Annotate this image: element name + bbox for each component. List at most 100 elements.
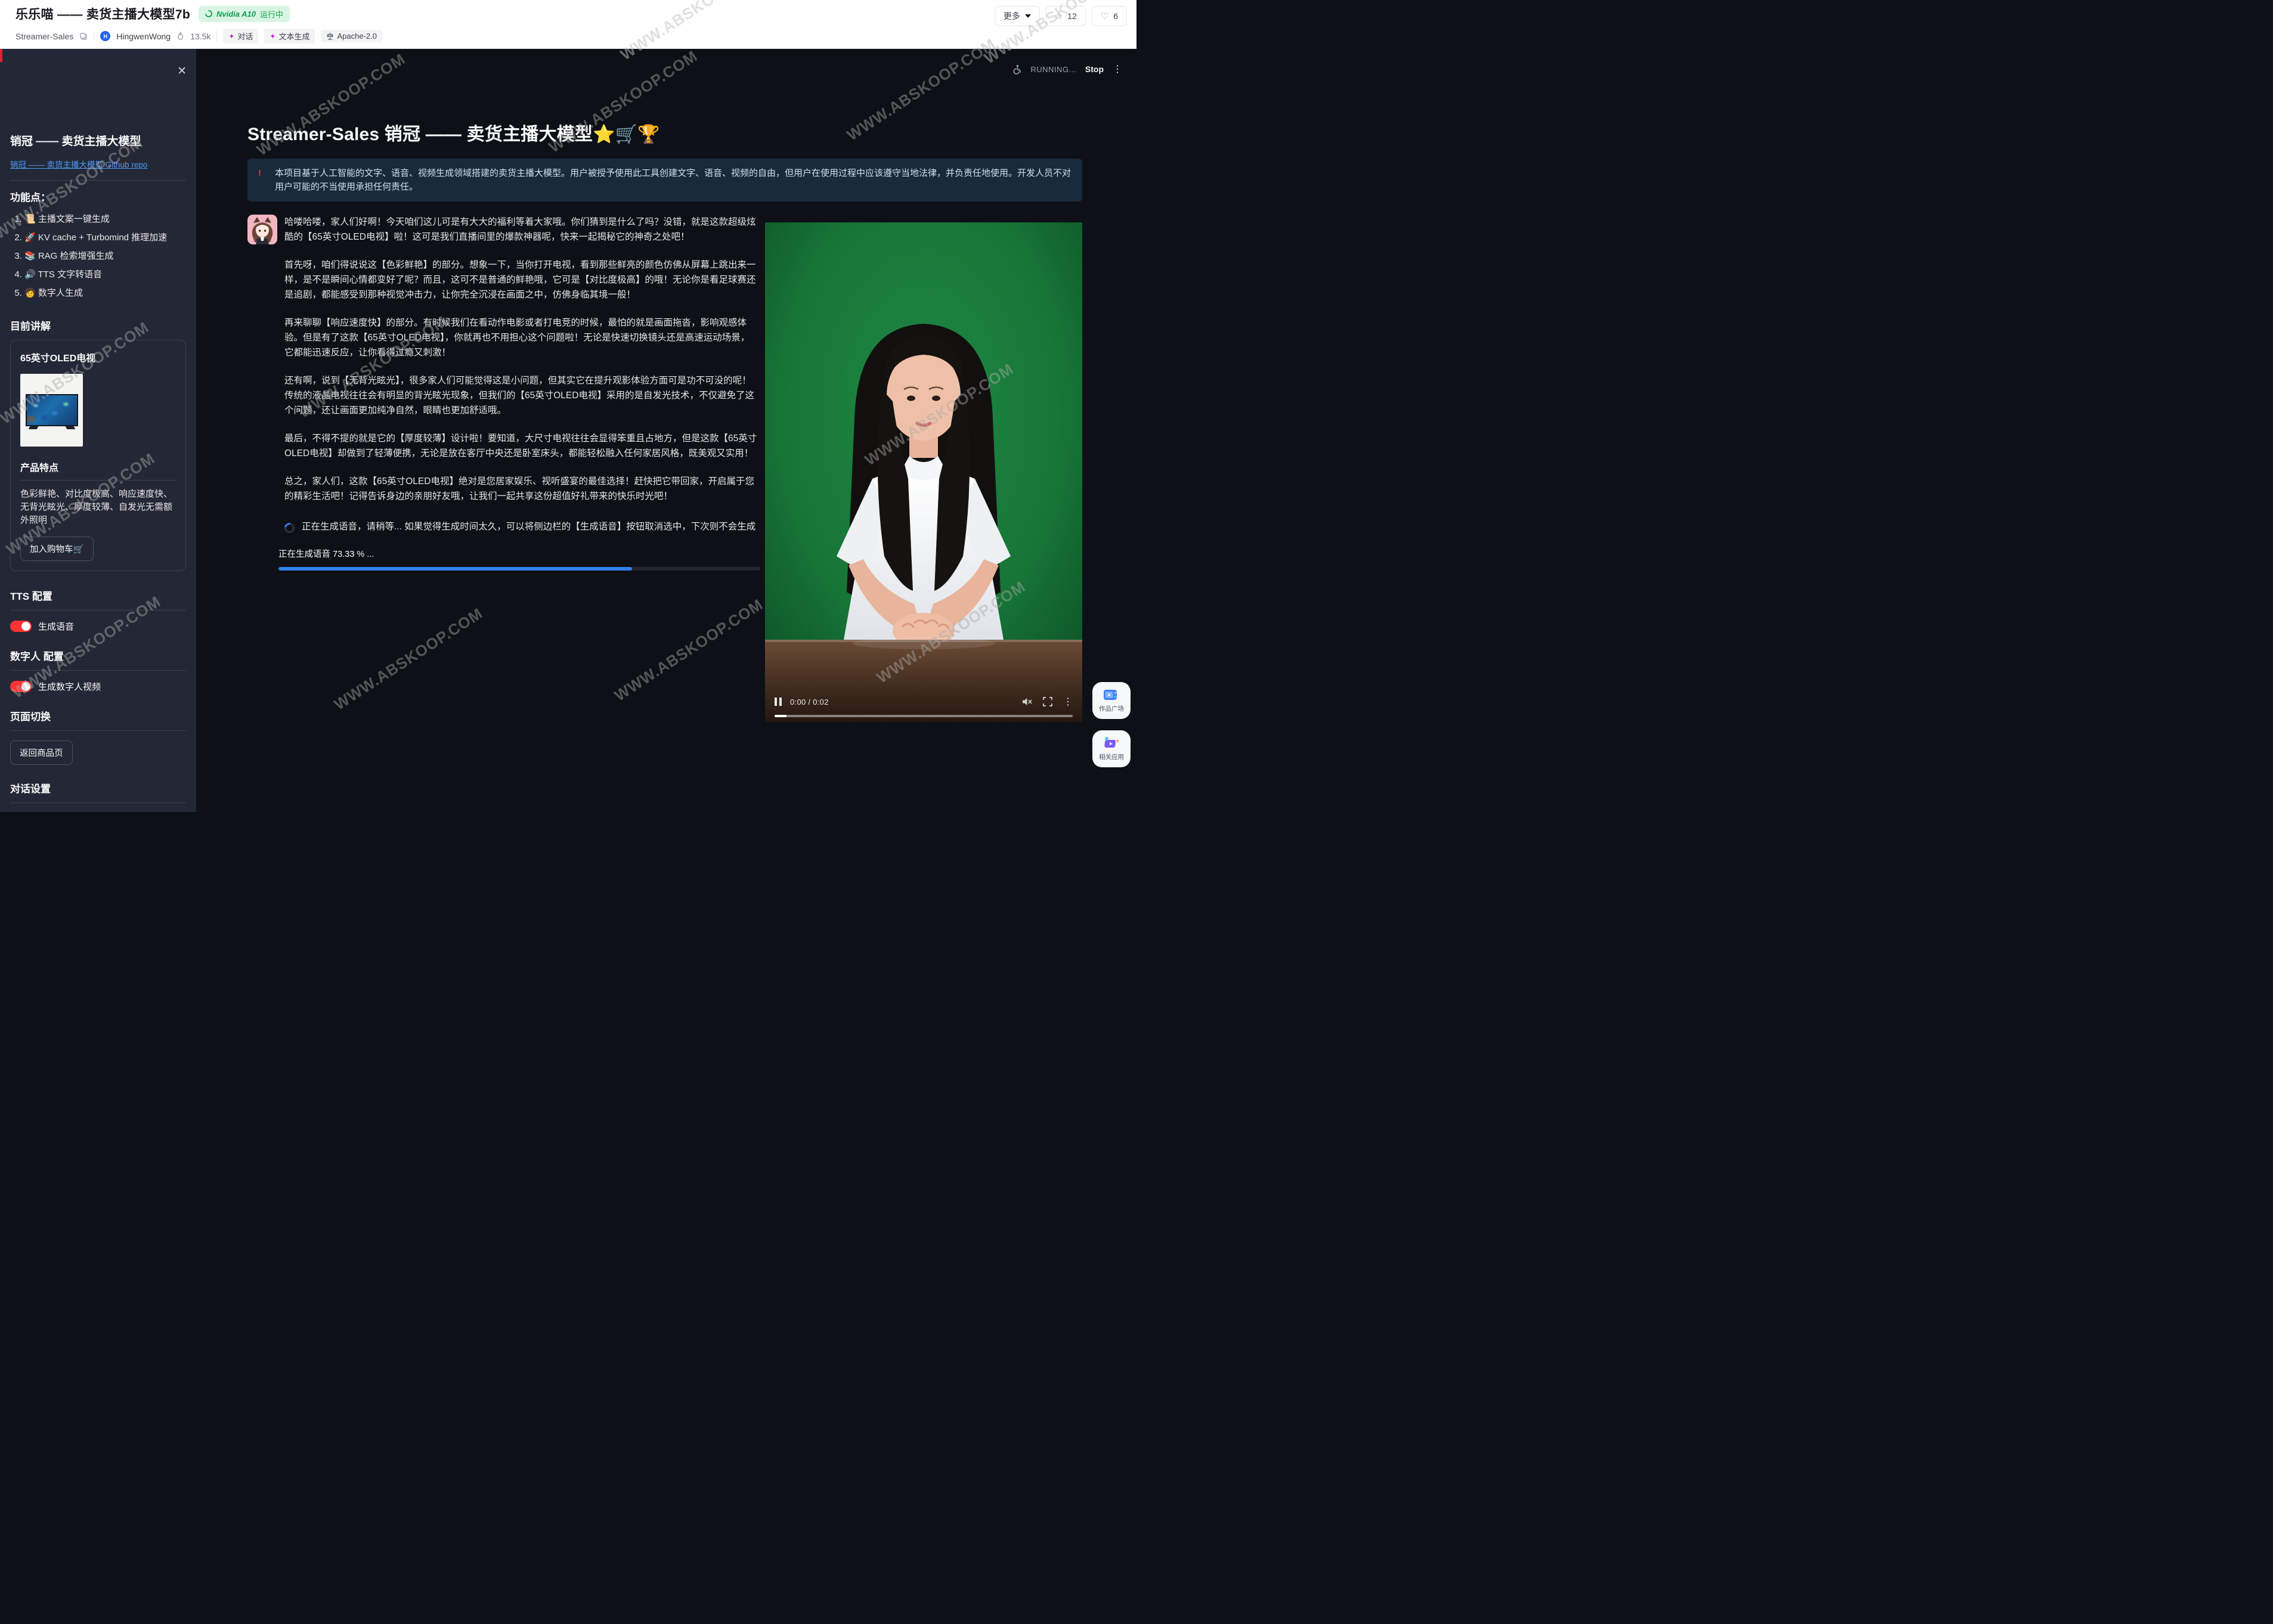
tag-dialog[interactable]: ✦ 对话: [223, 29, 258, 44]
product-features-text: 色彩鲜艳、对比度极高、响应速度快、无背光眩光、厚度较薄、自发光无需额外照明: [20, 488, 176, 527]
video-time: 0:00 / 0:02: [790, 698, 829, 706]
feature-item: 🚀 KV cache + Turbomind 推理加速: [24, 228, 186, 247]
video-controls: 0:00 / 0:02 ⋮: [765, 696, 1082, 708]
more-label: 更多: [1004, 10, 1020, 22]
tts-heading: TTS 配置: [10, 588, 186, 603]
sparkle-icon: ✦: [270, 32, 275, 41]
add-to-cart-button[interactable]: 加入购物车🛒: [20, 537, 94, 561]
pause-icon[interactable]: [775, 698, 782, 706]
sidebar-close-icon[interactable]: ✕: [177, 66, 187, 77]
page-switch-heading: 页面切换: [10, 708, 186, 723]
disclaimer-box: ! 本项目基于人工智能的文字、语音、视频生成领域搭建的卖货主播大模型。用户被授予…: [247, 159, 1082, 202]
tts-progress-fill: [278, 567, 632, 571]
gpu-name: Nvidia A10: [216, 10, 256, 18]
heart-button[interactable]: ♡ 6: [1092, 6, 1127, 26]
product-features-heading: 产品特点: [20, 460, 176, 474]
flame-icon: [176, 32, 184, 41]
tag-label: Apache-2.0: [337, 32, 377, 41]
gallery-float-button[interactable]: 作品广场: [1092, 682, 1131, 719]
divider: [10, 802, 186, 803]
generate-speech-label: 生成语音: [38, 620, 74, 633]
tag-label: 对话: [237, 30, 253, 42]
running-spinner-icon: [204, 9, 214, 19]
author-name[interactable]: HingwenWong: [116, 32, 171, 41]
generating-status-row: 正在生成语音，请稍等... 如果觉得生成时间太久，可以将侧边栏的【生成语音】按钮…: [284, 519, 758, 534]
generate-speech-row: 生成语音: [10, 620, 186, 633]
video-menu-icon[interactable]: ⋮: [1063, 696, 1073, 708]
likes-count: 13.5k: [190, 32, 210, 41]
star-button[interactable]: ☆ 12: [1046, 6, 1086, 26]
more-button[interactable]: 更多: [995, 6, 1040, 26]
github-repo-link[interactable]: 销冠 —— 卖货主播大模型 Github repo: [10, 158, 147, 170]
feature-item: 📜 主播文案一键生成: [24, 210, 186, 228]
divider: [10, 180, 186, 181]
page-title: Streamer-Sales 销冠 —— 卖货主播大模型⭐🛒🏆: [247, 119, 1082, 145]
digital-human-video[interactable]: 0:00 / 0:02 ⋮: [765, 222, 1082, 722]
gallery-icon: [1103, 688, 1120, 702]
tv-image: [26, 394, 78, 426]
generate-video-toggle[interactable]: [10, 681, 32, 692]
sparkle-icon: ✦: [228, 32, 234, 41]
app-page: 乐乐喵 —— 卖货主播大模型7b Nvidia A10 运行中 Streamer…: [0, 0, 1136, 812]
star-icon: ☆: [1055, 11, 1063, 21]
gpu-status-badge[interactable]: Nvidia A10 运行中: [199, 6, 290, 22]
tts-progress-bar: [278, 567, 760, 571]
related-apps-label: 相关应用: [1099, 752, 1124, 761]
author-avatar[interactable]: H: [100, 31, 110, 41]
stop-button[interactable]: Stop: [1085, 64, 1104, 74]
sidebar-content: 销冠 —— 卖货主播大模型 销冠 —— 卖货主播大模型 Github repo …: [0, 49, 196, 812]
features-heading: 功能点：: [10, 189, 186, 204]
tag-license[interactable]: Apache-2.0: [321, 30, 382, 42]
gpu-running-label: 运行中: [260, 8, 283, 20]
main-area: RUNNING... Stop ⋮ Streamer-Sales 销冠 —— 卖…: [196, 49, 1136, 812]
divider: [10, 730, 186, 731]
space-title: 乐乐喵 —— 卖货主播大模型7b: [16, 5, 190, 23]
mute-icon[interactable]: [1021, 697, 1032, 706]
message-paragraph: 首先呀，咱们得说说这【色彩鲜艳】的部分。想象一下，当你打开电视，看到那些鲜亮的颜…: [284, 258, 758, 302]
related-apps-icon: [1103, 736, 1120, 751]
assistant-message-text: 哈喽哈喽，家人们好啊！今天咱们这儿可是有大大的福利等着大家哦。你们猜到是什么了吗…: [284, 215, 758, 517]
divider: [10, 670, 186, 671]
message-paragraph: 再来聊聊【响应速度快】的部分。有时候我们在看动作电影或者打电竞的时候，最怕的就是…: [284, 315, 758, 360]
fullscreen-icon[interactable]: [1043, 697, 1052, 706]
dialog-settings-heading: 对话设置: [10, 780, 186, 795]
accessibility-icon[interactable]: [1011, 64, 1021, 75]
feature-item: 📚 RAG 检索增强生成: [24, 247, 186, 265]
message-paragraph: 总之，家人们，这款【65英寸OLED电视】绝对是您居家娱乐、视听盛宴的最佳选择！…: [284, 474, 758, 504]
message-paragraph: 哈喽哈喽，家人们好啊！今天咱们这儿可是有大大的福利等着大家哦。你们猜到是什么了吗…: [284, 215, 758, 244]
chevron-down-icon: [1025, 14, 1031, 18]
video-seekbar[interactable]: [775, 715, 1073, 717]
kebab-menu-icon[interactable]: ⋮: [1113, 63, 1122, 75]
generate-speech-toggle[interactable]: [10, 621, 32, 632]
related-apps-float-button[interactable]: 相关应用: [1092, 730, 1131, 767]
generate-video-label: 生成数字人视频: [38, 680, 101, 693]
copy-icon[interactable]: [79, 32, 88, 41]
gallery-label: 作品广场: [1099, 704, 1124, 713]
site-header: 乐乐喵 —— 卖货主播大模型7b Nvidia A10 运行中 Streamer…: [0, 0, 1136, 49]
star-count: 12: [1067, 11, 1077, 21]
generating-note: 正在生成语音，请稍等... 如果觉得生成时间太久，可以将侧边栏的【生成语音】按钮…: [302, 519, 755, 534]
back-to-product-button[interactable]: 返回商品页: [10, 740, 73, 765]
loading-spinner-icon: [283, 521, 297, 535]
generate-video-row: 生成数字人视频: [10, 680, 186, 693]
tag-text-generation[interactable]: ✦ 文本生成: [264, 29, 315, 44]
assistant-avatar: [247, 215, 277, 244]
divider: [216, 32, 217, 41]
feature-item: 🔊 TTS 文字转语音: [24, 265, 186, 284]
message-paragraph: 还有啊，说到【无背光眩光】，很多家人们可能觉得这是小问题，但其实它在提升观影体验…: [284, 373, 758, 418]
repo-name[interactable]: Streamer-Sales: [16, 32, 73, 41]
sidebar-title: 销冠 —— 卖货主播大模型: [10, 49, 186, 148]
product-card: 65英寸OLED电视 产品特点 色彩鲜艳、对比度极高、响应速度快、无背光眩光、厚…: [10, 340, 186, 571]
features-list: 📜 主播文案一键生成 🚀 KV cache + Turbomind 推理加速 📚…: [10, 210, 186, 302]
current-product-heading: 目前讲解: [10, 318, 186, 333]
product-image: [20, 374, 83, 447]
divider: [20, 480, 176, 481]
tag-label: 文本生成: [278, 30, 309, 42]
message-paragraph: 最后，不得不提的就是它的【厚度较薄】设计啦！要知道，大尺寸电视往往会显得笨重且占…: [284, 431, 758, 461]
header-actions: 更多 ☆ 12 ♡ 6: [995, 6, 1127, 26]
sidebar: ✕ 销冠 —— 卖货主播大模型 销冠 —— 卖货主播大模型 Github rep…: [0, 49, 196, 812]
header-title-row: 乐乐喵 —— 卖货主播大模型7b Nvidia A10 运行中: [16, 5, 290, 23]
disclaimer-text: 本项目基于人工智能的文字、语音、视频生成领域搭建的卖货主播大模型。用户被授予使用…: [275, 168, 1071, 192]
header-meta-row: Streamer-Sales H HingwenWong 13.5k ✦ 对话 …: [16, 29, 382, 44]
running-status: RUNNING...: [1030, 65, 1076, 74]
